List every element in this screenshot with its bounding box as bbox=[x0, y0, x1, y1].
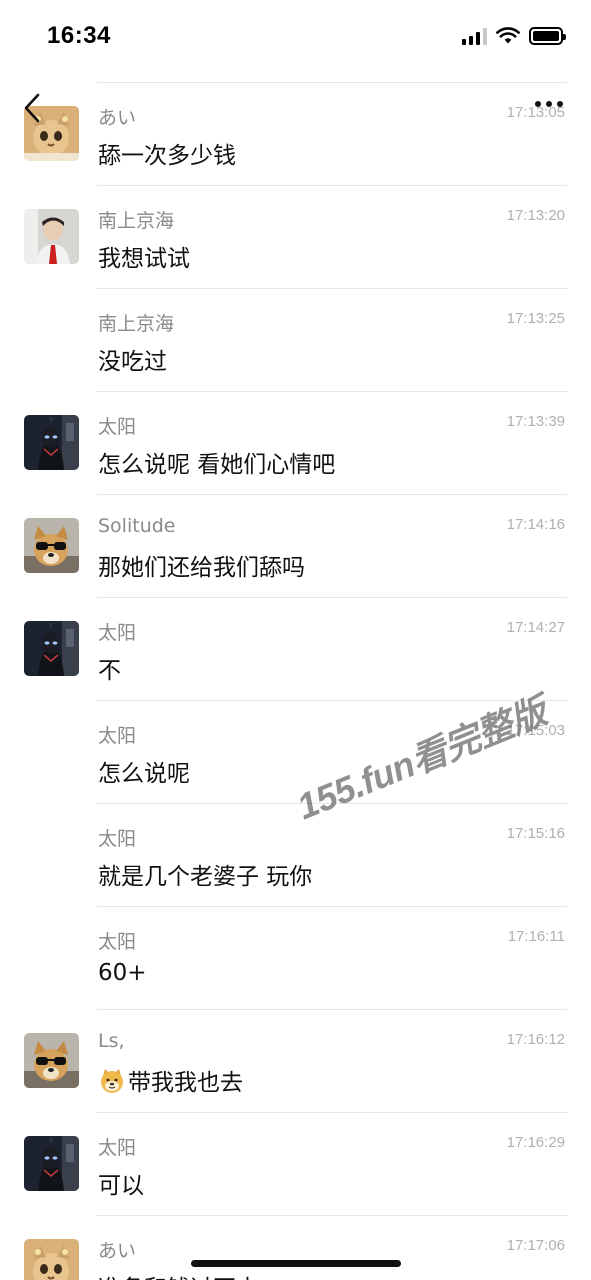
home-indicator bbox=[191, 1260, 401, 1267]
message-time: 17:13:20 bbox=[506, 207, 565, 224]
sender-name: 太阳 bbox=[98, 931, 137, 953]
message-text: 带我我也去 bbox=[98, 1063, 243, 1097]
message-text: 就是几个老婆子 玩你 bbox=[98, 857, 312, 891]
message-list[interactable]: あい 17:13:05 舔一次多少钱 南上京海 17:13:20 我想试试 南上京海 17:1… bbox=[0, 82, 591, 1280]
message-time: 17:16:12 bbox=[506, 1031, 565, 1048]
message-text-content: 怎么说呢 看她们心情吧 bbox=[98, 452, 336, 478]
message-item[interactable]: あい 17:13:05 舔一次多少钱 bbox=[0, 82, 591, 185]
message-text: 怎么说呢 看她们心情吧 bbox=[98, 445, 335, 479]
chevron-left-icon[interactable] bbox=[18, 88, 50, 128]
message-text-content: 怎么说呢 bbox=[98, 761, 190, 787]
message-text: 舔一次多少钱 bbox=[98, 136, 236, 170]
message-text-content: 我想试试 bbox=[98, 246, 190, 272]
message-text: 我想试试 bbox=[98, 239, 190, 273]
message-text-content: 可以 bbox=[98, 1173, 144, 1199]
message-item[interactable]: 太阳 17:16:11 60+ bbox=[0, 906, 591, 1009]
sender-name: あい bbox=[98, 107, 137, 129]
message-item[interactable]: 南上京海 17:13:20 我想试试 bbox=[0, 185, 591, 288]
avatar[interactable] bbox=[24, 1033, 79, 1088]
message-time: 17:14:16 bbox=[506, 516, 565, 533]
message-item[interactable]: 南上京海 17:13:25 没吃过 bbox=[0, 288, 591, 391]
avatar[interactable] bbox=[24, 518, 79, 573]
message-text-content: 就是几个老婆子 玩你 bbox=[98, 864, 313, 890]
sender-name: あい bbox=[98, 1240, 137, 1262]
message-time: 17:16:11 bbox=[507, 928, 565, 945]
sender-name: 太阳 bbox=[98, 1137, 137, 1159]
wifi-icon bbox=[496, 27, 520, 44]
battery-icon bbox=[529, 27, 566, 45]
status-icons bbox=[462, 27, 566, 45]
message-text-content: 不 bbox=[98, 658, 121, 684]
sender-name: Solitude bbox=[98, 515, 176, 537]
message-text: 怎么说呢 bbox=[98, 754, 190, 788]
more-dots-icon[interactable] bbox=[531, 92, 567, 116]
avatar[interactable] bbox=[24, 415, 79, 470]
status-bar: 16:34 bbox=[0, 0, 591, 76]
message-item[interactable]: 太阳 17:14:27 不 bbox=[0, 597, 591, 700]
message-text-content: 没吃过 bbox=[98, 349, 167, 375]
message-time: 17:16:29 bbox=[506, 1134, 565, 1151]
signal-icon bbox=[462, 27, 487, 45]
avatar[interactable] bbox=[24, 1239, 79, 1280]
message-text: 准备和钱过不去 bbox=[98, 1269, 259, 1280]
message-item[interactable]: 太阳 17:15:16 就是几个老婆子 玩你 bbox=[0, 803, 591, 906]
message-text-content: 那她们还给我们舔吗 bbox=[98, 555, 305, 581]
battery-level bbox=[533, 31, 559, 41]
doge-emoji-icon bbox=[101, 1069, 123, 1093]
message-item[interactable]: 太阳 17:16:29 可以 bbox=[0, 1112, 591, 1215]
message-text-content: 60+ bbox=[98, 960, 147, 986]
message-time: 17:15:16 bbox=[506, 825, 565, 842]
message-text-content: 带我我也去 bbox=[128, 1070, 243, 1096]
message-time: 17:13:39 bbox=[506, 413, 565, 430]
message-item[interactable]: Solitude 17:14:16 那她们还给我们舔吗 bbox=[0, 494, 591, 597]
sender-name: 太阳 bbox=[98, 828, 137, 850]
message-time: 17:17:06 bbox=[506, 1237, 565, 1254]
status-time: 16:34 bbox=[47, 22, 111, 49]
message-item[interactable]: Ls, 17:16:12 带我我也去 bbox=[0, 1009, 591, 1112]
sender-name: 太阳 bbox=[98, 622, 137, 644]
sender-name: 南上京海 bbox=[98, 313, 175, 335]
message-text-content: 舔一次多少钱 bbox=[98, 143, 236, 169]
message-time: 17:13:25 bbox=[506, 310, 565, 327]
message-text-content: 准备和钱过不去 bbox=[98, 1269, 259, 1280]
sender-name: 太阳 bbox=[98, 725, 137, 747]
message-item[interactable]: あい 17:17:06 准备和钱过不去 bbox=[0, 1215, 591, 1280]
avatar[interactable] bbox=[24, 621, 79, 676]
avatar[interactable] bbox=[24, 209, 79, 264]
message-text: 可以 bbox=[98, 1166, 144, 1200]
message-text: 不 bbox=[98, 651, 121, 685]
sender-name: 太阳 bbox=[98, 416, 137, 438]
message-text: 那她们还给我们舔吗 bbox=[98, 548, 305, 582]
message-time: 17:14:27 bbox=[506, 619, 565, 636]
sender-name: Ls, bbox=[98, 1030, 125, 1052]
message-text: 没吃过 bbox=[98, 342, 167, 376]
sender-name: 南上京海 bbox=[98, 210, 175, 232]
message-text: 60+ bbox=[98, 960, 147, 986]
message-item[interactable]: 太阳 17:13:39 怎么说呢 看她们心情吧 bbox=[0, 391, 591, 494]
avatar[interactable] bbox=[24, 1136, 79, 1191]
